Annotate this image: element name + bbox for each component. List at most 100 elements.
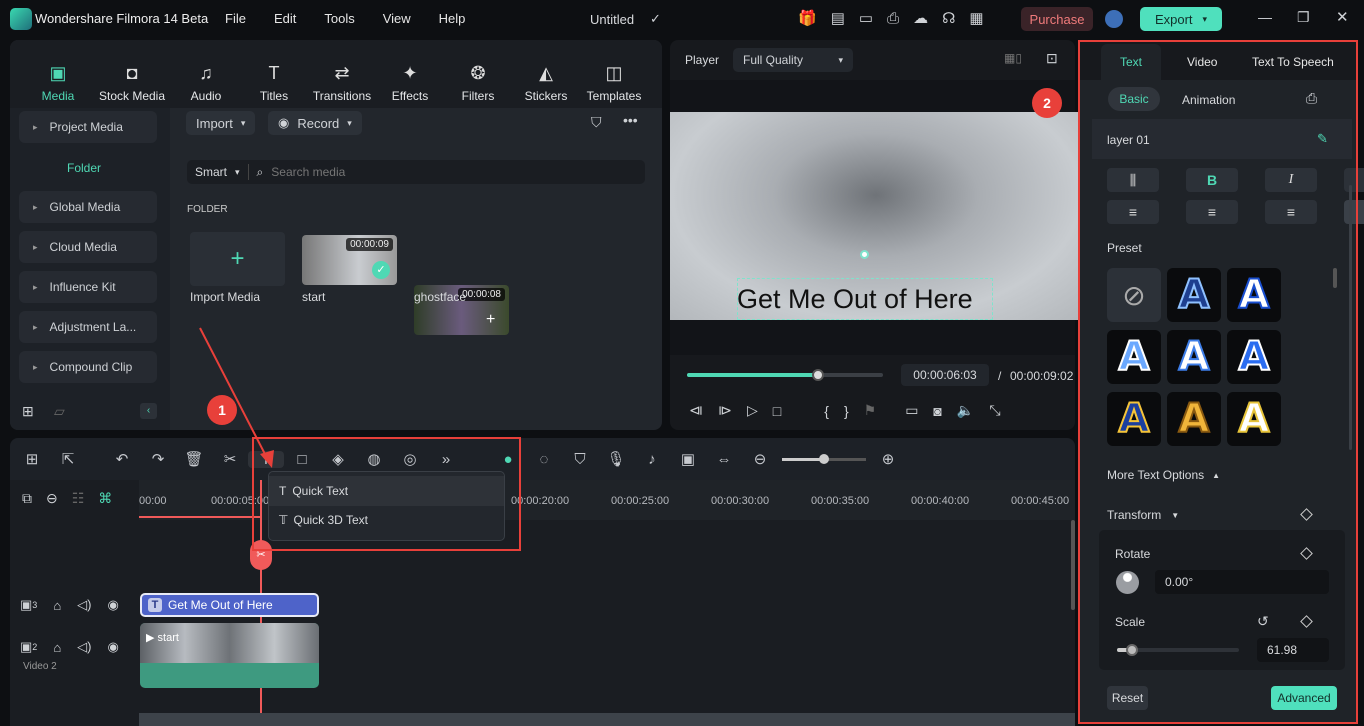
tab-audio[interactable]: ♫ Audio — [172, 45, 240, 103]
export-label: Export — [1154, 11, 1193, 27]
link-icon[interactable]: ⊖ — [46, 490, 58, 507]
import-button[interactable]: Import ▾ — [186, 111, 256, 135]
zoom-slider[interactable] — [782, 453, 866, 464]
vertical-scrollbar[interactable] — [1071, 520, 1075, 610]
snap-icon[interactable]: ⌘ — [98, 490, 112, 507]
video-clip-start[interactable]: ▶ start — [140, 623, 319, 688]
plus-icon: + — [230, 245, 245, 272]
next-frame-icon[interactable]: ⧐ — [718, 402, 732, 419]
sidebar-item[interactable]: Adjustment La... — [19, 311, 157, 343]
menu-tools[interactable]: Tools — [324, 11, 354, 26]
search-input[interactable] — [271, 165, 427, 179]
horizontal-scrollbar[interactable] — [139, 713, 1075, 726]
project-title: Untitled — [590, 12, 635, 27]
tab-transitions[interactable]: ⇄ Transitions — [308, 45, 376, 103]
fit-icon[interactable]: ⇔ — [706, 451, 742, 468]
layout-icon[interactable]: ▭ — [859, 9, 873, 27]
tab-effects[interactable]: ✦ Effects — [376, 45, 444, 103]
add-track-icon[interactable]: ⧉ — [22, 490, 32, 507]
screen-record-icon[interactable]: ▣ — [670, 450, 706, 468]
record-button[interactable]: ◉ Record ▾ — [268, 111, 362, 135]
menu-help[interactable]: Help — [439, 11, 466, 26]
restore-icon[interactable]: ❐ — [1297, 9, 1310, 26]
speed-icon[interactable]: ◌ — [526, 451, 562, 468]
menu-view[interactable]: View — [383, 11, 411, 26]
filter-icon[interactable]: ⛉ — [591, 114, 602, 131]
lock-icon[interactable]: ⌂ — [53, 640, 61, 655]
eye-icon[interactable]: ◉ — [108, 597, 119, 613]
previous-frame-icon[interactable]: ⧏ — [689, 402, 703, 419]
undo-icon[interactable]: ↶ — [104, 450, 140, 468]
sidebar-project-media[interactable]: Project Media — [19, 111, 157, 143]
search-bar: Smart ▾ ⌕ — [187, 160, 645, 184]
grid-icon[interactable]: ⊞ — [14, 450, 50, 468]
snapshot-icon[interactable]: ◙ — [933, 403, 941, 419]
sidebar-item[interactable]: Cloud Media — [19, 231, 157, 263]
tasks-icon[interactable]: ▤ — [831, 9, 845, 27]
tab-label: Media — [41, 89, 75, 103]
headset-icon[interactable]: ☊ — [942, 9, 955, 27]
tab-titles[interactable]: T Titles — [240, 45, 308, 103]
minimize-icon[interactable]: — — [1258, 9, 1272, 25]
stop-icon[interactable]: □ — [773, 403, 781, 419]
zoom-in-icon[interactable]: ⊕ — [870, 450, 906, 468]
text-clip[interactable]: T Get Me Out of Here — [140, 593, 319, 617]
tab-stock-media[interactable]: ◘ Stock Media — [92, 45, 172, 103]
speaker-icon[interactable]: ◁) — [77, 597, 91, 613]
select-icon[interactable]: ⇱ — [50, 450, 86, 468]
apps-grid-icon[interactable]: ▦ — [969, 9, 983, 27]
menu-file[interactable]: File — [225, 11, 246, 26]
save-icon[interactable]: ⎙ — [887, 10, 899, 27]
group-icon[interactable]: ☷ — [72, 490, 85, 507]
sidebar-item[interactable]: Influence Kit — [19, 271, 157, 303]
music-list-icon[interactable]: ♪ — [634, 451, 670, 468]
media-item-start[interactable]: 00:00:09 ✓ — [302, 235, 397, 285]
volume-icon[interactable]: 🔈 — [957, 402, 974, 419]
grid-view-icon[interactable]: ▦▯ — [1004, 51, 1022, 65]
avatar[interactable] — [1105, 10, 1123, 28]
play-icon[interactable]: ▷ — [747, 402, 758, 419]
mic-icon[interactable]: 🎙 — [598, 450, 634, 468]
purchase-button[interactable]: Purchase — [1021, 7, 1093, 31]
sidebar-item[interactable]: Global Media — [19, 191, 157, 223]
overlay-text[interactable]: Get Me Out of Here — [737, 284, 973, 315]
mark-in-icon[interactable]: { — [824, 403, 829, 419]
sidebar-item[interactable]: Compound Clip — [19, 351, 157, 383]
gift-icon[interactable]: 🎁 — [798, 9, 817, 27]
eye-icon[interactable]: ◉ — [108, 639, 119, 655]
shield-icon[interactable]: ⛉ — [562, 451, 598, 468]
current-time[interactable]: 00:00:06:03 — [901, 364, 989, 386]
cloud-upload-icon[interactable]: ☁ — [913, 9, 928, 27]
smart-filter[interactable]: Smart — [195, 165, 227, 179]
menu-edit[interactable]: Edit — [274, 11, 296, 26]
zoom-out-icon[interactable]: ⊖ — [742, 450, 778, 468]
effects-icon: ✦ — [402, 63, 418, 83]
lock-icon[interactable]: ⌂ — [53, 598, 61, 613]
quality-select[interactable]: Full Quality ▾ — [733, 48, 853, 72]
sidebar-folder[interactable]: Folder — [67, 161, 101, 175]
tab-stickers[interactable]: ◭ Stickers — [512, 45, 580, 103]
display-icon[interactable]: ▭ — [905, 402, 918, 419]
titles-icon: T — [268, 63, 280, 83]
chevron-down-icon: ▾ — [347, 117, 352, 128]
more-options-icon[interactable]: ••• — [623, 112, 638, 128]
tab-media[interactable]: ▣ Media — [24, 45, 92, 103]
import-media-tile[interactable]: + — [190, 232, 285, 286]
export-button[interactable]: Export ▾ — [1140, 7, 1222, 31]
chevron-down-icon: ▾ — [838, 54, 843, 65]
close-icon[interactable]: ✕ — [1336, 8, 1349, 26]
folder-icon[interactable]: ▱ — [54, 403, 65, 420]
tab-filters[interactable]: ❂ Filters — [444, 45, 512, 103]
mark-out-icon[interactable]: } — [844, 403, 849, 419]
fullscreen-icon[interactable]: ⤡ — [989, 402, 1000, 419]
collapse-sidebar-button[interactable]: ‹ — [140, 403, 157, 419]
new-folder-icon[interactable]: ⊞ — [22, 403, 34, 420]
add-icon: + — [486, 311, 496, 328]
rotate-handle[interactable] — [860, 250, 869, 259]
playback-slider[interactable] — [687, 369, 883, 381]
waveform-icon[interactable]: ⊡ — [1046, 50, 1058, 67]
marker-icon[interactable]: ⚑ — [864, 402, 877, 419]
speaker-icon[interactable]: ◁) — [77, 639, 91, 655]
tab-templates[interactable]: ◫ Templates — [580, 45, 648, 103]
redo-icon[interactable]: ↷ — [140, 450, 176, 468]
